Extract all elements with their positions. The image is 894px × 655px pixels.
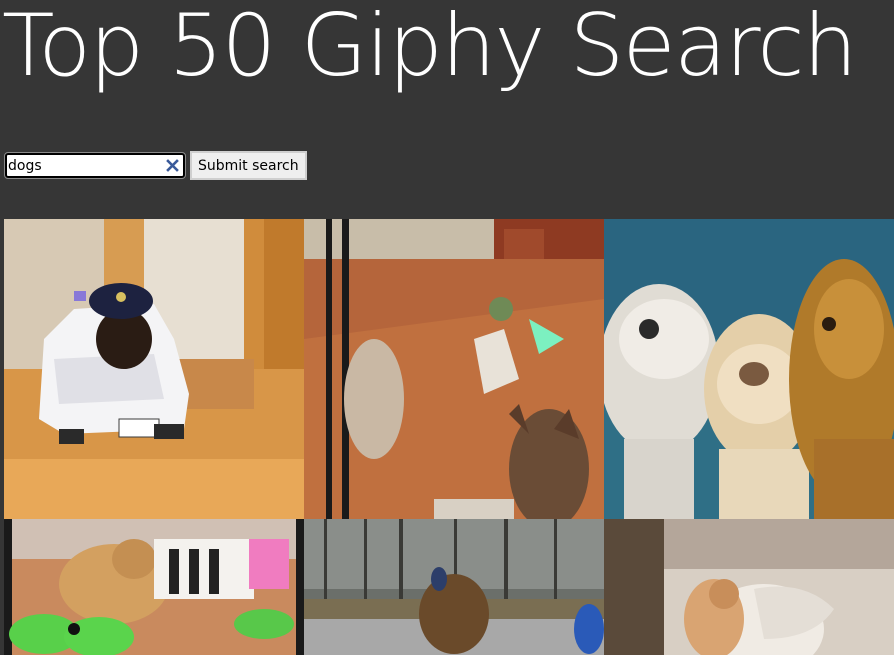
page: Top 50 Giphy Search Submit search (0, 0, 894, 655)
gif-german-shepherd-woods[interactable] (304, 519, 604, 655)
page-title: Top 50 Giphy Search (2, 0, 858, 96)
gif-dog-yoda-costume[interactable] (304, 219, 604, 519)
gif-image (4, 519, 304, 655)
gif-image (604, 519, 894, 655)
gif-golden-retriever-toys[interactable] (4, 519, 304, 655)
gif-puppy-blanket[interactable] (604, 519, 894, 655)
gif-image (4, 219, 304, 519)
gif-three-dogs-clapping[interactable] (604, 219, 894, 519)
submit-search-button[interactable]: Submit search (190, 151, 307, 180)
search-form: Submit search (4, 151, 307, 180)
gif-image (304, 219, 604, 519)
search-box[interactable] (4, 152, 186, 179)
gif-image (604, 219, 894, 519)
clear-x-icon[interactable] (165, 158, 180, 173)
search-input[interactable] (7, 155, 166, 177)
gif-image (304, 519, 604, 655)
gif-dog-police-car[interactable] (4, 219, 304, 519)
